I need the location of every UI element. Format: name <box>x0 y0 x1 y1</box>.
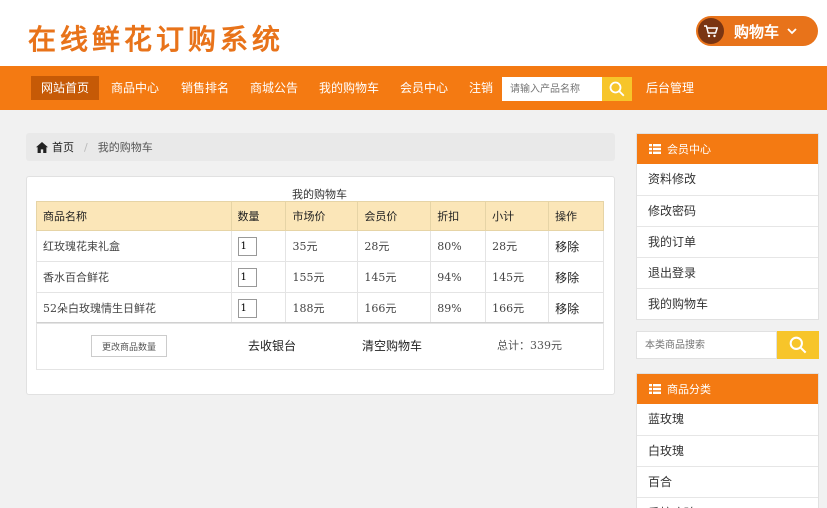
cart-table-header: 商品名称 数量 市场价 会员价 折扣 小计 操作 <box>36 201 604 231</box>
search-icon <box>609 81 625 97</box>
chevron-down-icon <box>787 25 797 38</box>
member-center-box: 会员中心 资料修改 修改密码 我的订单 退出登录 我的购物车 <box>636 133 819 320</box>
site-title: 在线鲜花订购系统 <box>28 23 285 56</box>
nav-announcements[interactable]: 商城公告 <box>250 76 298 100</box>
member-price: 166元 <box>357 292 432 324</box>
clear-cart-link[interactable]: 清空购物车 <box>362 337 422 354</box>
discount: 89% <box>430 292 487 324</box>
category-title: 商品分类 <box>667 383 711 396</box>
shopping-cart-icon <box>698 18 724 44</box>
category-search-input[interactable] <box>636 331 777 359</box>
member-price: 28元 <box>357 230 432 262</box>
nav-logout[interactable]: 注销 <box>469 76 493 100</box>
category-search-button[interactable] <box>777 331 819 359</box>
discount: 80% <box>430 230 487 262</box>
subtotal: 28元 <box>485 230 550 262</box>
top-header: 在线鲜花订购系统 购物车 <box>0 0 827 66</box>
item-name: 香水百合鲜花 <box>36 261 232 293</box>
sidebar-item-edit-profile[interactable]: 资料修改 <box>637 164 818 195</box>
qty-cell <box>230 261 287 293</box>
subtotal: 166元 <box>485 292 550 324</box>
nav-sales-ranking[interactable]: 销售排名 <box>181 76 229 100</box>
market-price: 35元 <box>285 230 359 262</box>
category-header: 商品分类 <box>637 374 818 404</box>
member-center-title: 会员中心 <box>667 143 711 156</box>
market-price: 155元 <box>285 261 359 293</box>
col-header-action: 操作 <box>548 201 604 231</box>
category-item-lily[interactable]: 百合 <box>637 466 818 497</box>
sidebar-item-my-cart[interactable]: 我的购物车 <box>637 288 818 319</box>
subtotal: 145元 <box>485 261 550 293</box>
nav-my-cart[interactable]: 我的购物车 <box>319 76 379 100</box>
sidebar-item-logout[interactable]: 退出登录 <box>637 257 818 288</box>
col-header-discount: 折扣 <box>430 201 487 231</box>
update-quantity-button[interactable]: 更改商品数量 <box>91 335 167 357</box>
nav-products[interactable]: 商品中心 <box>111 76 159 100</box>
cart-table: 商品名称 数量 市场价 会员价 折扣 小计 操作 红玫瑰花束礼盒 35元 28元… <box>36 201 604 324</box>
nav-home[interactable]: 网站首页 <box>31 76 100 100</box>
quantity-input[interactable] <box>237 236 257 256</box>
category-item-champagne-rose[interactable]: 香槟玫瑰 <box>637 497 818 508</box>
category-box: 商品分类 蓝玫瑰 白玫瑰 百合 香槟玫瑰 <box>636 373 819 508</box>
checkout-link[interactable]: 去收银台 <box>248 337 296 354</box>
breadcrumb-current: 我的购物车 <box>97 141 153 154</box>
col-header-name: 商品名称 <box>36 201 232 231</box>
breadcrumb-home-label: 首页 <box>52 141 74 154</box>
cart-caption: 我的购物车 <box>292 188 347 201</box>
cart-dropdown-button[interactable]: 购物车 <box>696 16 818 46</box>
qty-cell <box>230 292 287 324</box>
member-center-header: 会员中心 <box>637 134 818 164</box>
item-name: 红玫瑰花束礼盒 <box>36 230 232 262</box>
col-header-qty: 数量 <box>230 201 287 231</box>
member-price: 145元 <box>357 261 432 293</box>
qty-cell <box>230 230 287 262</box>
product-search-input[interactable] <box>502 77 602 101</box>
remove-link[interactable]: 移除 <box>548 261 604 293</box>
col-header-subtotal: 小计 <box>485 201 550 231</box>
home-icon <box>36 141 48 153</box>
discount: 94% <box>430 261 487 293</box>
market-price: 188元 <box>285 292 359 324</box>
list-icon <box>649 144 661 154</box>
nav-admin[interactable]: 后台管理 <box>646 76 694 100</box>
category-item-blue-rose[interactable]: 蓝玫瑰 <box>637 404 818 435</box>
breadcrumb-separator: / <box>84 140 88 154</box>
table-row: 红玫瑰花束礼盒 35元 28元 80% 28元 移除 <box>36 230 604 262</box>
col-header-market-price: 市场价 <box>285 201 359 231</box>
item-name: 52朵白玫瑰情生日鲜花 <box>36 292 232 324</box>
cart-total: 总计：339元 <box>497 339 562 352</box>
remove-link[interactable]: 移除 <box>548 292 604 324</box>
cart-button-label: 购物车 <box>734 22 780 41</box>
breadcrumb-home[interactable]: 首页 <box>36 139 74 155</box>
search-icon <box>789 336 807 354</box>
nav-member-center[interactable]: 会员中心 <box>400 76 448 100</box>
col-header-member-price: 会员价 <box>357 201 432 231</box>
quantity-input[interactable] <box>237 267 257 287</box>
sidebar-item-my-orders[interactable]: 我的订单 <box>637 226 818 257</box>
product-search-button[interactable] <box>602 77 632 101</box>
remove-link[interactable]: 移除 <box>548 230 604 262</box>
table-row: 香水百合鲜花 155元 145元 94% 145元 移除 <box>36 261 604 293</box>
table-row: 52朵白玫瑰情生日鲜花 188元 166元 89% 166元 移除 <box>36 292 604 324</box>
breadcrumb: 首页 / 我的购物车 <box>26 133 615 161</box>
sidebar-item-change-password[interactable]: 修改密码 <box>637 195 818 226</box>
list-icon <box>649 384 661 394</box>
category-item-white-rose[interactable]: 白玫瑰 <box>637 435 818 466</box>
quantity-input[interactable] <box>237 298 257 318</box>
